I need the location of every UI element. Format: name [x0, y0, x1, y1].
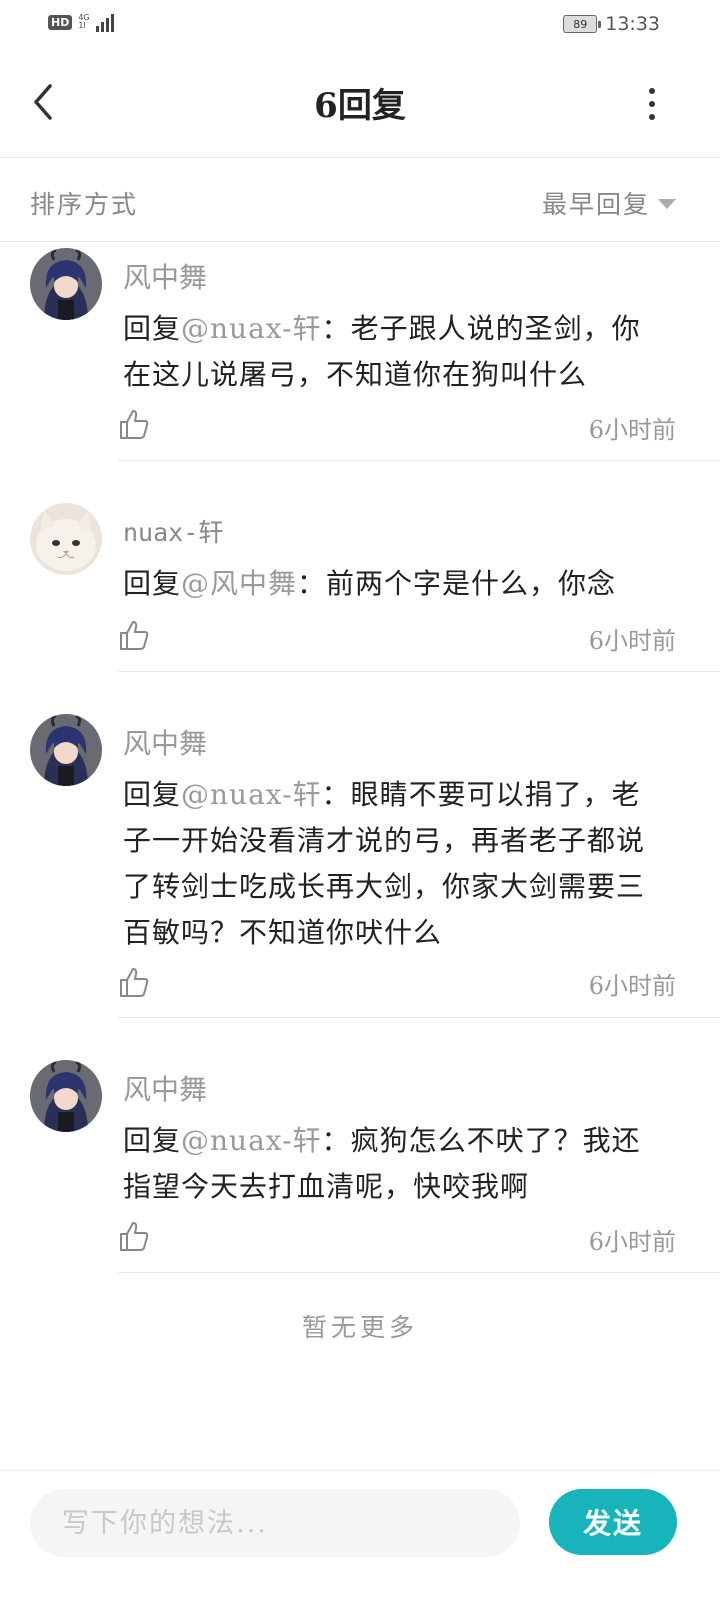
status-left: HD 4G 1l — [48, 12, 114, 32]
sort-value: 最早回复 — [541, 190, 650, 219]
mention-link[interactable]: @nuax-轩 — [181, 1124, 322, 1157]
thumbs-up-icon — [120, 968, 149, 997]
colon: ： — [321, 312, 351, 345]
page-title: 6回复 — [314, 86, 406, 126]
author-name[interactable]: 风中舞 — [123, 722, 207, 762]
comment-input[interactable] — [30, 1489, 520, 1557]
hd-badge: HD — [48, 14, 73, 30]
status-right: 89 13:33 — [563, 13, 660, 35]
like-button[interactable] — [118, 619, 150, 651]
white-cat-avatar-icon — [30, 503, 102, 575]
colon: ： — [297, 567, 327, 600]
author-name[interactable]: nuax-轩 — [123, 513, 223, 549]
thumbs-up-icon — [120, 621, 149, 650]
sort-label: 排序方式 — [30, 190, 139, 219]
avatar[interactable] — [30, 248, 102, 320]
avatar[interactable] — [30, 714, 102, 786]
mention-link[interactable]: @nuax-轩 — [181, 312, 322, 345]
more-vertical-icon — [649, 88, 655, 94]
reply-prefix: 回复 — [123, 1124, 182, 1157]
like-button[interactable] — [118, 966, 150, 998]
avatar[interactable] — [30, 503, 102, 575]
sort-bar: 排序方式 最早回复 — [0, 159, 720, 242]
no-more-label: 暂无更多 — [301, 1313, 418, 1342]
comment-time: 6小时前 — [588, 1228, 676, 1256]
anime-character-avatar-icon — [30, 1060, 102, 1132]
reply-prefix: 回复 — [123, 312, 182, 345]
anime-character-avatar-icon — [30, 248, 102, 320]
anime-character-avatar-icon — [30, 714, 102, 786]
network-indicator: 4G 1l — [78, 14, 89, 30]
colon: ： — [321, 778, 351, 811]
battery-level: 89 — [573, 17, 588, 31]
send-button[interactable]: 发送 — [549, 1489, 677, 1555]
reply-prefix: 回复 — [123, 567, 182, 600]
battery-icon: 89 — [563, 15, 602, 33]
divider — [118, 1017, 720, 1018]
comment-time: 6小时前 — [588, 627, 676, 655]
reply-prefix: 回复 — [123, 778, 182, 811]
header: 6回复 — [0, 52, 720, 158]
like-button[interactable] — [118, 1220, 150, 1252]
status-time: 13:33 — [605, 13, 660, 35]
comment-body: 回复@风中舞：前两个字是什么，你念 — [123, 561, 668, 607]
author-name[interactable]: 风中舞 — [123, 1068, 207, 1108]
comment-time: 6小时前 — [588, 972, 676, 1000]
signal-icon — [95, 12, 114, 32]
thumbs-up-icon — [120, 410, 149, 439]
comment-text: 前两个字是什么，你念 — [326, 567, 617, 600]
mention-link[interactable]: @风中舞 — [181, 567, 297, 600]
caret-down-icon — [658, 199, 676, 209]
comment-composer: 发送 — [0, 1470, 720, 1600]
divider — [118, 1272, 720, 1273]
sort-dropdown[interactable]: 最早回复 — [542, 185, 676, 221]
network-sub: 1l — [78, 21, 86, 30]
like-button[interactable] — [118, 408, 150, 440]
divider — [118, 671, 720, 672]
author-name[interactable]: 风中舞 — [123, 256, 207, 296]
comment-body: 回复@nuax-轩：眼睛不要可以捐了，老子一开始没看清才说的弓，再者老子都说了转… — [123, 772, 668, 956]
more-button[interactable] — [640, 88, 664, 120]
comment-time: 6小时前 — [588, 416, 676, 444]
thumbs-up-icon — [120, 1222, 149, 1251]
comment-body: 回复@nuax-轩：老子跟人说的圣剑，你在这儿说屠弓，不知道你在狗叫什么 — [123, 306, 668, 398]
comment-body: 回复@nuax-轩：疯狗怎么不吠了？我还指望今天去打血清呢，快咬我啊 — [123, 1118, 668, 1210]
status-bar: HD 4G 1l 89 13:33 — [0, 0, 720, 50]
avatar[interactable] — [30, 1060, 102, 1132]
divider — [118, 460, 720, 461]
colon: ： — [321, 1124, 351, 1157]
mention-link[interactable]: @nuax-轩 — [181, 778, 322, 811]
